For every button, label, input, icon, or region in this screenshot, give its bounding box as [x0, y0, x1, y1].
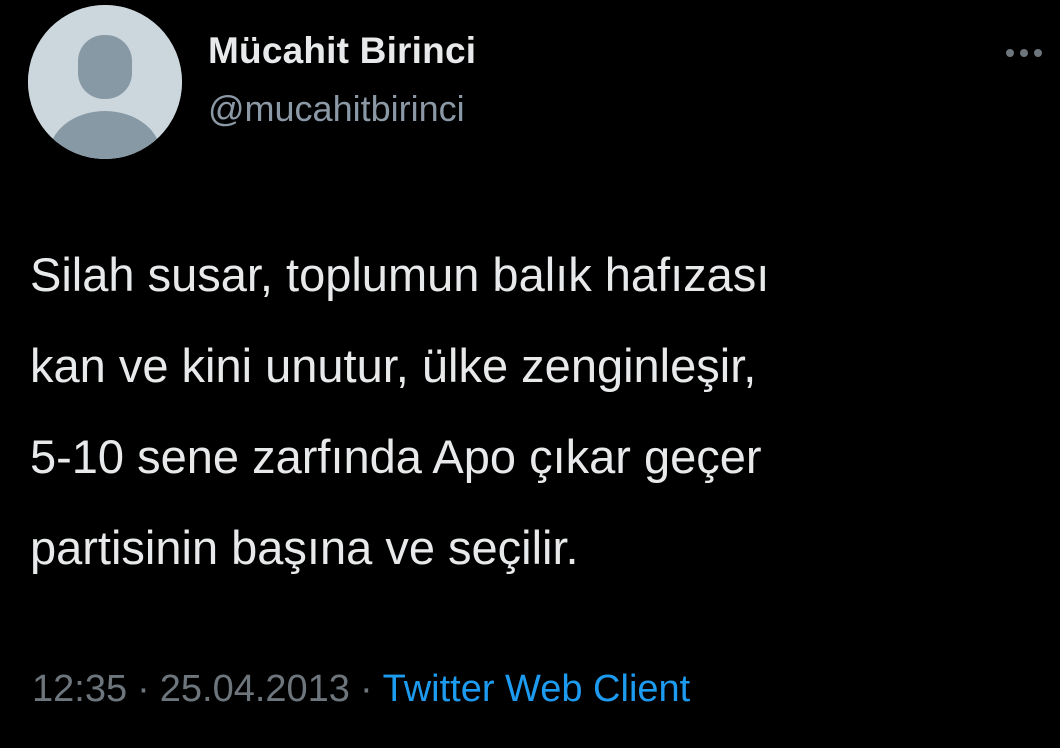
tweet-card: Mücahit Birinci @mucahitbirinci Silah su… — [0, 0, 1060, 748]
user-handle[interactable]: @mucahitbirinci — [208, 88, 465, 130]
tweet-text-line: 5-10 sene zarfında Apo çıkar geçer — [30, 430, 762, 483]
default-profile-icon — [28, 5, 182, 159]
tweet-text-line: kan ve kini unutur, ülke zenginleşir, — [30, 339, 757, 392]
tweet-date[interactable]: 25.04.2013 — [160, 668, 350, 710]
tweet-text-line: partisinin başına ve seçilir. — [30, 521, 579, 574]
meta-separator: · — [359, 668, 373, 710]
avatar[interactable] — [28, 5, 182, 159]
display-name[interactable]: Mücahit Birinci — [208, 30, 476, 72]
tweet-text: Silah susar, toplumun balık hafızası kan… — [30, 229, 1040, 593]
tweet-meta: 12:35 · 25.04.2013 · Twitter Web Client — [32, 668, 690, 711]
tweet-time[interactable]: 12:35 — [32, 668, 127, 710]
more-horizontal-icon[interactable] — [1004, 46, 1044, 60]
tweet-text-line: Silah susar, toplumun balık hafızası — [30, 248, 770, 301]
tweet-source-link[interactable]: Twitter Web Client — [383, 668, 691, 710]
meta-separator: · — [137, 668, 150, 710]
